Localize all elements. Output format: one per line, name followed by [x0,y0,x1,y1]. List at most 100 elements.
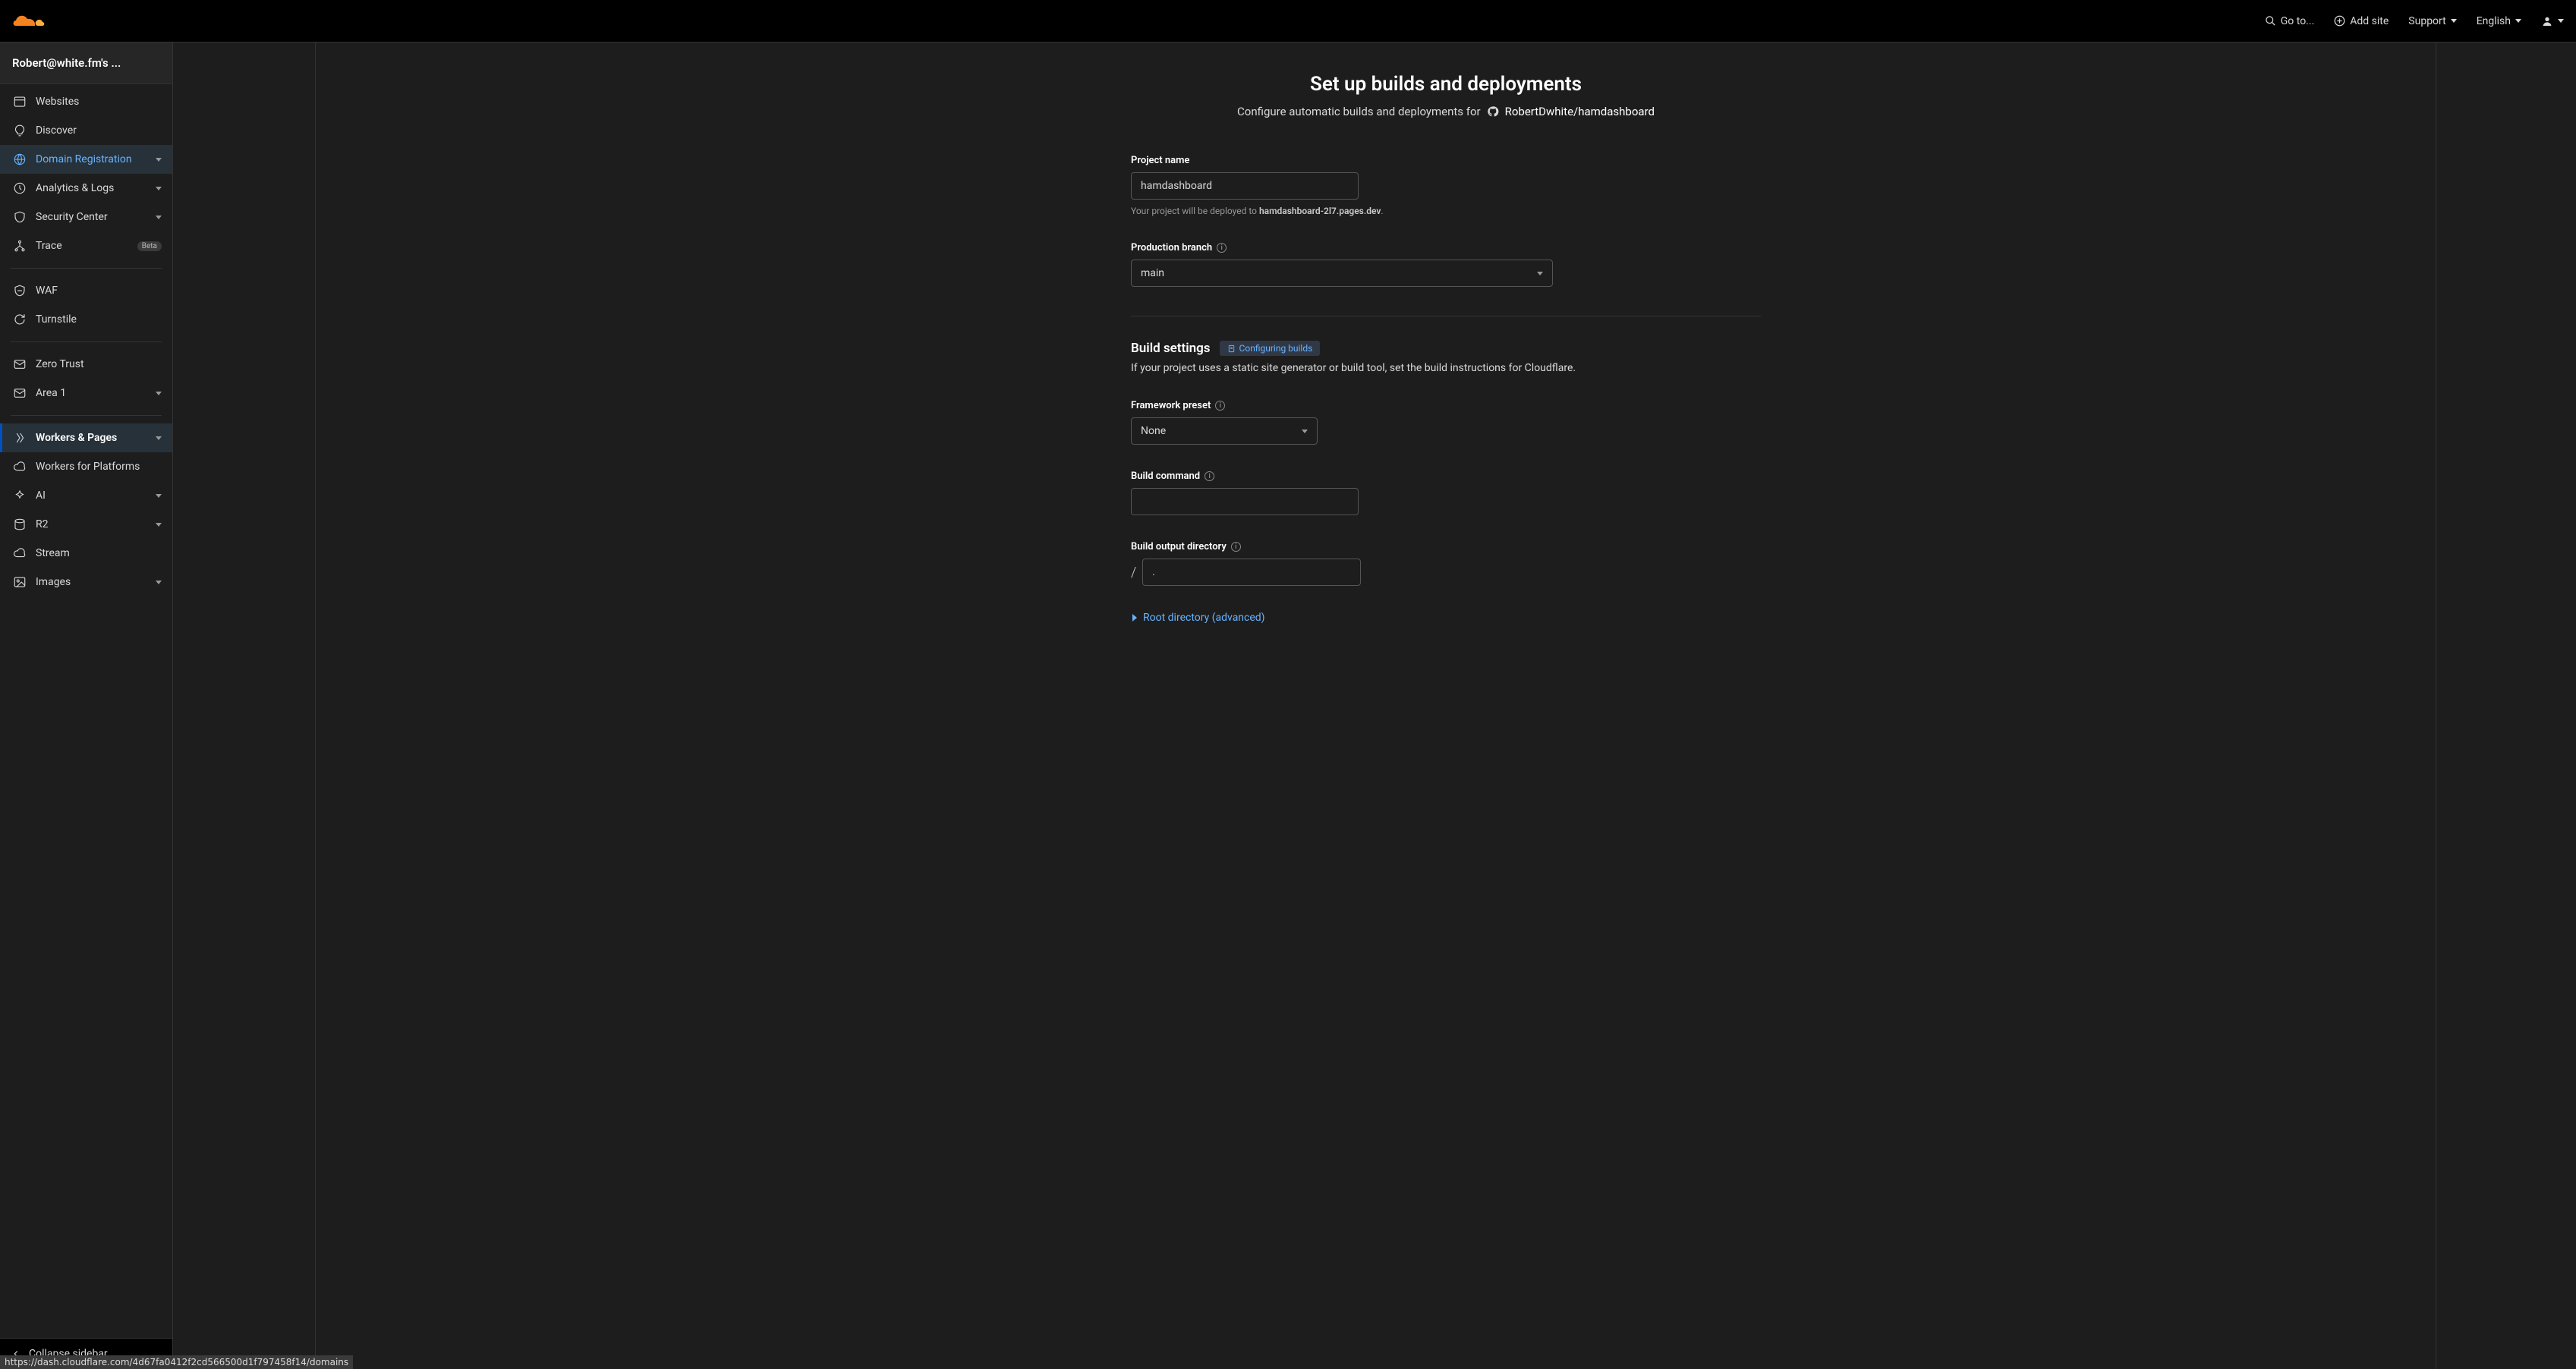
project-name-input[interactable] [1131,172,1359,200]
ai-icon [13,489,27,502]
language-menu[interactable]: English [2477,15,2521,27]
sidebar-item-trace[interactable]: Trace Beta [0,231,172,260]
sidebar-item-label: Analytics & Logs [36,182,146,194]
production-branch-label: Production branch [1131,242,1212,253]
page-title: Set up builds and deployments [1131,73,1761,96]
root-directory-label: Root directory (advanced) [1143,612,1265,624]
sidebar-item-workers-pages[interactable]: Workers & Pages [0,423,172,452]
sidebar-item-domain-registration[interactable]: Domain Registration [0,145,172,174]
account-name[interactable]: Robert@white.fm's ... [0,42,172,84]
github-icon [1487,105,1499,118]
add-site-button[interactable]: Add site [2334,15,2389,27]
sidebar-item-analytics-logs[interactable]: Analytics & Logs [0,174,172,203]
info-icon[interactable]: i [1231,542,1241,552]
info-icon[interactable]: i [1215,401,1225,411]
browser-icon [13,95,27,109]
envelope-icon [13,386,27,400]
sidebar-item-label: Discover [36,124,162,137]
sidebar-item-label: Workers & Pages [36,432,146,444]
plus-circle-icon [2334,15,2345,27]
chevron-down-icon [156,158,162,162]
chevron-down-icon [156,187,162,190]
root-directory-toggle[interactable]: Root directory (advanced) [1131,612,1761,624]
build-output-input[interactable] [1142,559,1361,586]
build-settings-desc: If your project uses a static site gener… [1131,362,1761,374]
user-menu[interactable] [2541,15,2564,27]
envelope-icon [13,357,27,371]
sidebar-item-label: Domain Registration [36,153,146,165]
subtitle-prefix: Configure automatic builds and deploymen… [1237,105,1481,118]
project-name-help: Your project will be deployed to hamdash… [1131,206,1761,216]
image-icon [13,575,27,589]
chevron-down-icon [156,581,162,584]
sidebar-item-label: Workers for Platforms [36,461,162,473]
status-bar-url: https://dash.cloudflare.com/4d67fa0412f2… [0,1355,353,1369]
goto-label: Go to... [2281,15,2315,27]
sidebar: Robert@white.fm's ... Websites Discover … [0,42,173,1369]
output-prefix-slash: / [1131,565,1136,581]
sidebar-item-discover[interactable]: Discover [0,116,172,145]
database-icon [13,518,27,531]
refresh-icon [13,313,27,326]
doc-icon [1227,345,1236,353]
globe-icon [13,153,27,166]
caret-down-icon [2515,19,2521,23]
page-subtitle: Configure automatic builds and deploymen… [1131,105,1761,118]
org-icon [13,239,27,253]
nav-separator [11,341,162,342]
info-icon[interactable]: i [1217,243,1227,253]
workers-icon [13,431,27,445]
sidebar-item-label: Images [36,576,146,588]
sidebar-item-label: AI [36,489,146,502]
bulb-icon [13,124,27,137]
sidebar-item-workers-platforms[interactable]: Workers for Platforms [0,452,172,481]
sidebar-item-label: Zero Trust [36,358,162,370]
chevron-down-icon [156,523,162,527]
caret-down-icon [2558,19,2564,23]
configuring-builds-link[interactable]: Configuring builds [1220,341,1321,356]
production-branch-select[interactable]: main [1131,260,1553,287]
support-label: Support [2408,15,2445,27]
chevron-right-icon [1132,614,1137,622]
info-icon[interactable]: i [1205,471,1214,481]
sidebar-item-images[interactable]: Images [0,568,172,596]
chevron-down-icon [1302,430,1308,433]
sidebar-item-label: Trace [36,240,124,252]
chevron-down-icon [156,436,162,440]
chevron-down-icon [156,216,162,219]
nav-separator [11,268,162,269]
build-output-label: Build output directory [1131,541,1227,552]
add-site-label: Add site [2350,15,2389,27]
sidebar-item-zero-trust[interactable]: Zero Trust [0,350,172,379]
build-command-input[interactable] [1131,488,1359,515]
nav-separator [11,415,162,416]
shield-alt-icon [13,284,27,297]
language-label: English [2477,15,2511,27]
framework-preset-select[interactable]: None [1131,417,1318,445]
project-name-label: Project name [1131,155,1761,166]
sidebar-item-stream[interactable]: Stream [0,539,172,568]
sidebar-item-label: Turnstile [36,313,162,326]
sidebar-item-waf[interactable]: WAF [0,276,172,305]
secondary-column [173,42,316,1369]
shield-icon [13,210,27,224]
sidebar-item-label: Security Center [36,211,146,223]
search-icon [2265,15,2276,27]
cloudflare-logo[interactable] [12,8,87,35]
caret-down-icon [2451,19,2457,23]
sidebar-item-label: Area 1 [36,387,146,399]
sidebar-item-ai[interactable]: AI [0,481,172,510]
user-icon [2541,15,2553,27]
cloud-icon [13,546,27,560]
sidebar-item-area1[interactable]: Area 1 [0,379,172,408]
sidebar-item-label: Stream [36,547,162,559]
sidebar-item-websites[interactable]: Websites [0,87,172,116]
framework-preset-label: Framework preset [1131,400,1211,411]
goto-search[interactable]: Go to... [2265,15,2315,27]
sidebar-item-label: R2 [36,518,146,530]
sidebar-item-r2[interactable]: R2 [0,510,172,539]
sidebar-item-security-center[interactable]: Security Center [0,203,172,231]
sidebar-item-turnstile[interactable]: Turnstile [0,305,172,334]
beta-badge: Beta [137,241,162,251]
support-menu[interactable]: Support [2408,15,2456,27]
